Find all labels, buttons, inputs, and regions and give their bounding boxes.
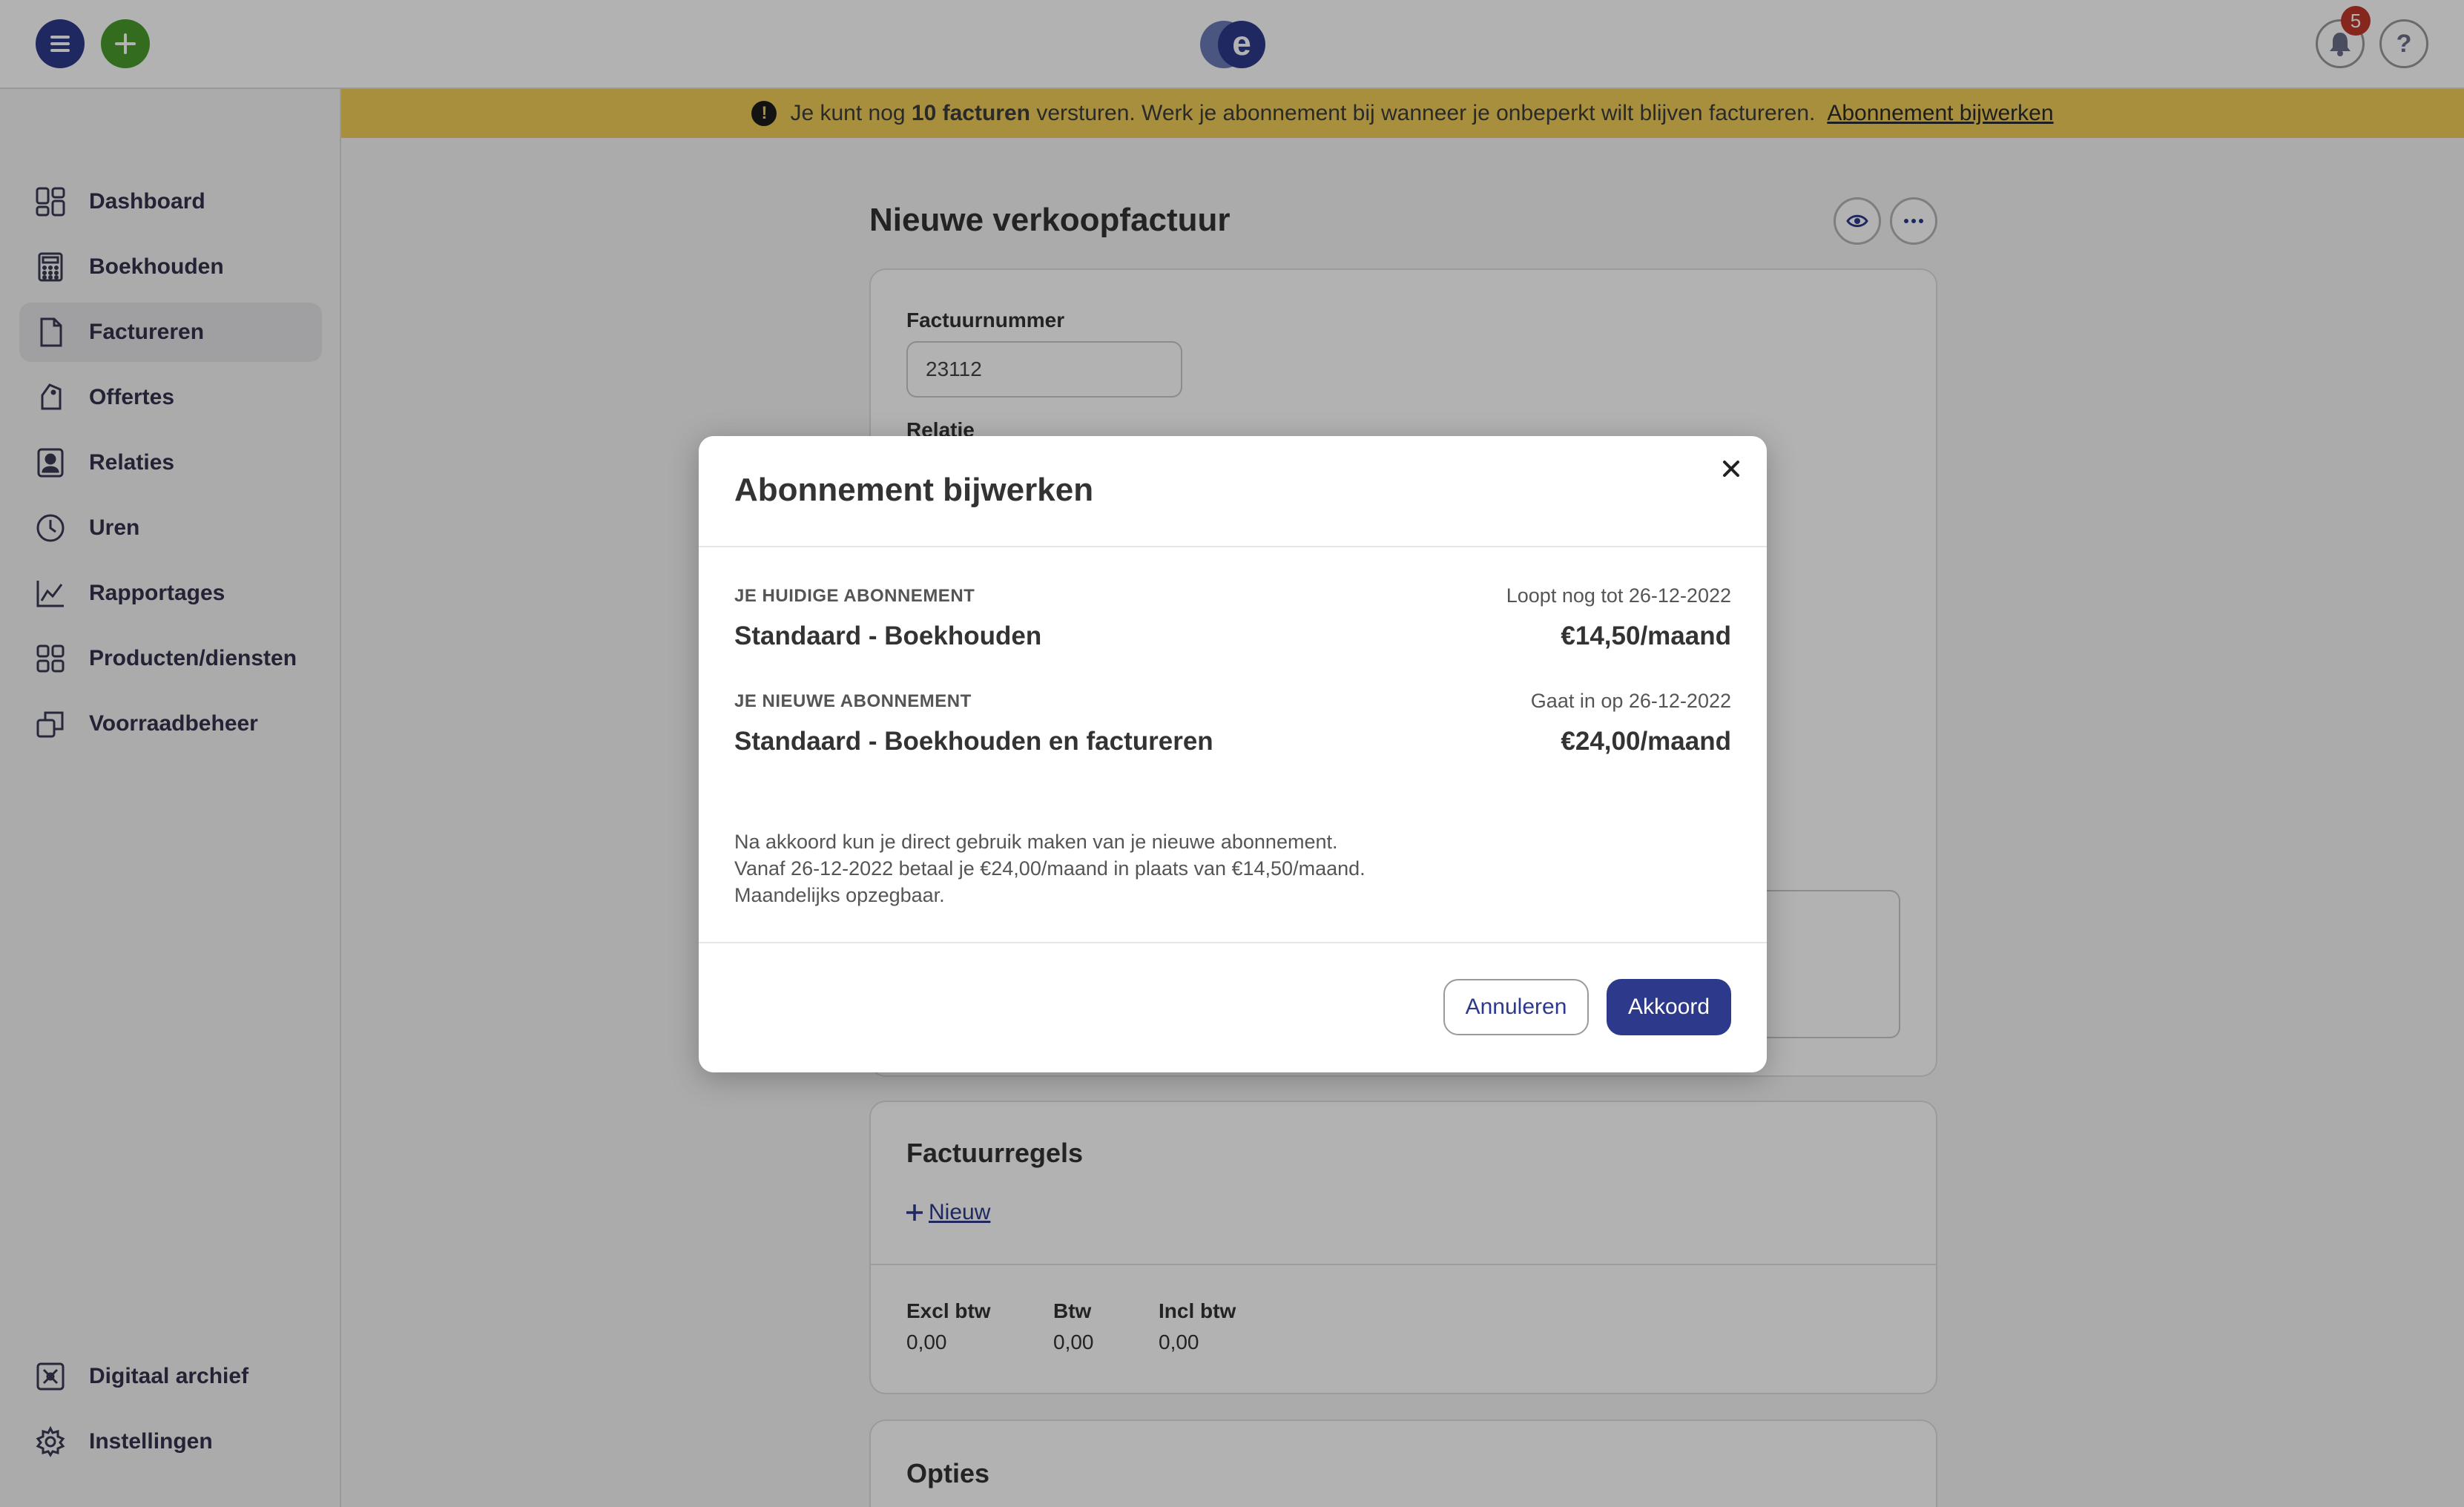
modal-info-line: Na akkoord kun je direct gebruik maken v… [734, 831, 1338, 853]
new-subscription-price: €24,00/maand [1561, 727, 1731, 756]
close-icon [1723, 461, 1739, 477]
new-subscription-date: Gaat in op 26-12-2022 [1530, 690, 1731, 712]
new-subscription-name: Standaard - Boekhouden en factureren [734, 727, 1213, 756]
current-subscription-name: Standaard - Boekhouden [734, 621, 1042, 650]
cancel-button[interactable]: Annuleren [1443, 979, 1589, 1035]
modal-info-line: Vanaf 26-12-2022 betaal je €24,00/maand … [734, 857, 1366, 880]
modal-title: Abonnement bijwerken [734, 472, 1094, 508]
current-subscription-caption: JE HUIDIGE ABONNEMENT [734, 586, 975, 606]
new-subscription-caption: JE NIEUWE ABONNEMENT [734, 691, 972, 711]
close-button[interactable] [1715, 452, 1747, 485]
confirm-button[interactable]: Akkoord [1607, 979, 1731, 1035]
current-subscription-price: €14,50/maand [1561, 621, 1731, 650]
current-subscription-date: Loopt nog tot 26-12-2022 [1506, 584, 1731, 607]
update-subscription-modal: Abonnement bijwerken JE HUIDIGE ABONNEME… [699, 436, 1767, 1072]
modal-header-divider [699, 546, 1767, 547]
modal-info-line: Maandelijks opzegbaar. [734, 884, 945, 906]
modal-footer-divider [699, 942, 1767, 943]
